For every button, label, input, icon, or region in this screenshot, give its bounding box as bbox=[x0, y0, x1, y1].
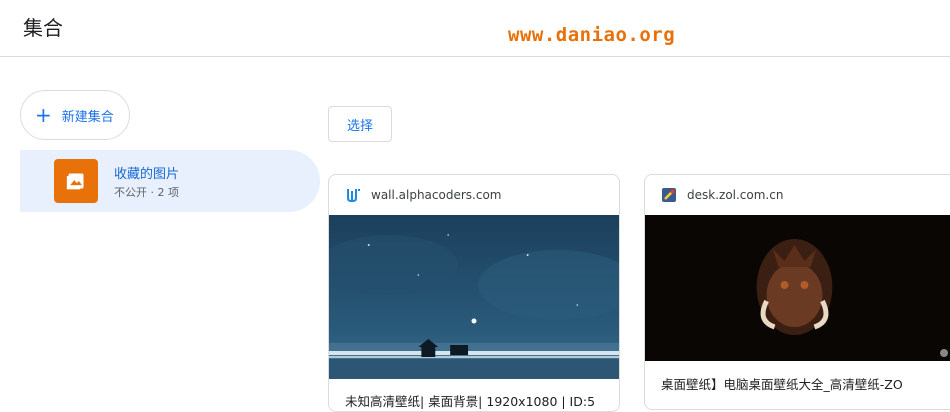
watermark-text: www.daniao.org bbox=[508, 24, 676, 46]
image-card[interactable]: wall.alphacoders.com 未知高清壁纸| 桌面背景| 1920x… bbox=[328, 174, 620, 412]
new-collection-label: 新建集合 bbox=[61, 109, 114, 125]
image-card[interactable]: desk.zol.com.cn 桌面壁纸】电脑桌面壁纸大全_高清壁纸-ZO bbox=[644, 174, 950, 410]
alphacoders-icon bbox=[347, 189, 360, 202]
page-title: 集合 bbox=[23, 16, 63, 40]
collection-thumbnail bbox=[54, 159, 98, 203]
card-source[interactable]: wall.alphacoders.com bbox=[345, 187, 501, 203]
wallpaper-image[interactable] bbox=[645, 215, 950, 361]
card-source-label: desk.zol.com.cn bbox=[687, 188, 784, 202]
new-collection-button[interactable]: + 新建集合 bbox=[20, 90, 130, 140]
card-source[interactable]: desk.zol.com.cn bbox=[661, 187, 783, 203]
select-button[interactable]: 选择 bbox=[328, 106, 392, 142]
collection-name: 收藏的图片 bbox=[114, 167, 180, 182]
card-source-label: wall.alphacoders.com bbox=[371, 188, 502, 202]
wallpaper-image[interactable] bbox=[329, 215, 619, 379]
collection-item-favorites[interactable]: 收藏的图片 不公开 · 2 项 bbox=[20, 150, 320, 212]
plus-icon: + bbox=[35, 103, 52, 127]
card-caption: 未知高清壁纸| 桌面背景| 1920x1080 | ID:5 bbox=[345, 394, 596, 409]
page-header: 集合 www.daniao.org bbox=[0, 0, 950, 57]
collection-meta: 不公开 · 2 项 bbox=[114, 186, 179, 199]
card-caption: 桌面壁纸】电脑桌面壁纸大全_高清壁纸-ZO bbox=[661, 377, 903, 392]
zol-icon bbox=[662, 188, 676, 202]
photo-icon bbox=[66, 173, 84, 190]
